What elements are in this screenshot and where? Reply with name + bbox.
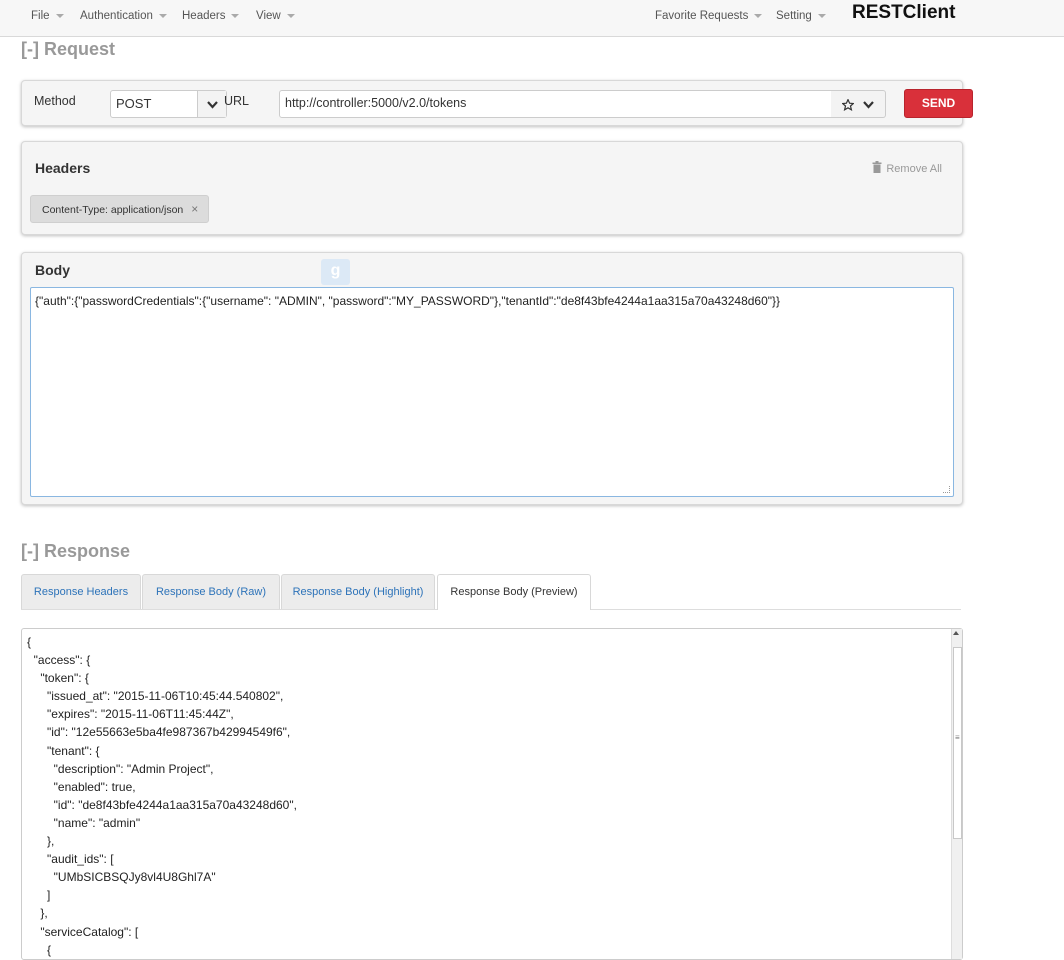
response-json: { "access": { "token": { "issued_at": "2… (27, 633, 297, 959)
menu-authentication-label: Authentication (80, 10, 153, 22)
remove-all-label: Remove All (886, 163, 942, 175)
collapse-toggle[interactable]: [-] (21, 541, 39, 561)
response-section-title[interactable]: [-] Response (21, 541, 130, 562)
grammar-badge-icon[interactable]: g (321, 259, 350, 285)
json-line: "enabled": true, (27, 779, 136, 794)
json-line: "audit_ids": [ (27, 852, 114, 867)
headers-panel: Headers Remove All Content-Type: applica… (21, 141, 963, 235)
menu-setting[interactable]: Setting (776, 10, 826, 22)
json-line: { (27, 635, 32, 649)
tab-response-headers[interactable]: Response Headers (21, 574, 141, 609)
json-line: "description": "Admin Project", (27, 761, 214, 776)
response-scrollbar[interactable]: ≡ (951, 629, 962, 959)
close-icon[interactable]: × (191, 202, 198, 216)
json-line: "tenant": { (27, 743, 100, 758)
scroll-up-arrow-icon[interactable] (953, 631, 959, 635)
url-input[interactable] (285, 96, 825, 110)
json-line: { (27, 942, 52, 957)
top-menu-bar: File Authentication Headers View Favorit… (0, 0, 1064, 37)
json-line: "UMbSICBSQJy8vl4U8Ghl7A" (27, 870, 216, 885)
menu-file-label: File (31, 10, 50, 22)
json-line: "id": "de8f43bfe4244a1aa315a70a43248d60"… (27, 797, 297, 812)
json-line: "issued_at": "2015-11-06T10:45:44.540802… (27, 689, 284, 704)
method-select[interactable]: POST (110, 90, 227, 118)
menu-view[interactable]: View (256, 10, 295, 22)
request-title-text: Request (44, 39, 116, 59)
body-textarea[interactable]: {"auth":{"passwordCredentials":{"usernam… (30, 287, 954, 497)
method-value: POST (116, 96, 152, 111)
body-title: Body (35, 262, 70, 278)
menu-setting-label: Setting (776, 10, 812, 22)
body-content: {"auth":{"passwordCredentials":{"usernam… (35, 294, 781, 308)
response-title-text: Response (44, 541, 131, 561)
headers-title: Headers (35, 160, 91, 176)
response-body-viewer[interactable]: { "access": { "token": { "issued_at": "2… (21, 628, 963, 960)
menu-authentication[interactable]: Authentication (80, 10, 167, 22)
json-line: "name": "admin" (27, 815, 141, 830)
tab-response-body-highlight[interactable]: Response Body (Highlight) (281, 574, 435, 609)
star-icon (840, 97, 855, 111)
tab-response-body-preview[interactable]: Response Body (Preview) (437, 574, 591, 610)
json-line: ] (27, 888, 51, 903)
resize-handle-icon[interactable] (943, 486, 950, 493)
json-line: }, (27, 906, 48, 921)
caret-down-icon (754, 13, 763, 18)
url-label: URL (224, 94, 250, 108)
grip-icon: ≡ (955, 733, 960, 742)
caret-down-icon (55, 13, 64, 18)
response-tabs: Response Headers Response Body (Raw) Res… (21, 574, 961, 610)
app-brand: RESTClient (852, 2, 956, 23)
menu-headers-label: Headers (182, 10, 226, 22)
menu-favorite-requests[interactable]: Favorite Requests (655, 10, 763, 22)
json-line: "access": { (27, 653, 91, 668)
json-line: "id": "12e55663e5ba4fe987367b42994549f6"… (27, 725, 291, 740)
header-tag[interactable]: Content-Type: application/json × (30, 195, 210, 223)
chevron-down-icon[interactable] (197, 91, 226, 117)
json-line: "serviceCatalog": [ (27, 924, 139, 939)
favorite-url-button[interactable] (831, 90, 886, 118)
json-line: }, (27, 834, 55, 849)
menu-view-label: View (256, 10, 281, 22)
caret-down-icon (286, 13, 295, 18)
menu-file[interactable]: File (31, 10, 64, 22)
remove-all-button[interactable]: Remove All (872, 161, 942, 175)
send-button[interactable]: SEND (904, 89, 973, 118)
body-panel: Body g {"auth":{"passwordCredentials":{"… (21, 252, 963, 505)
menu-favorite-requests-label: Favorite Requests (655, 10, 749, 22)
json-line: "expires": "2015-11-06T11:45:44Z", (27, 707, 234, 722)
collapse-toggle[interactable]: [-] (21, 39, 39, 59)
method-label: Method (34, 94, 76, 108)
tab-response-body-raw[interactable]: Response Body (Raw) (142, 574, 280, 609)
header-tag-label: Content-Type: application/json (42, 204, 184, 216)
caret-down-icon (158, 13, 167, 18)
caret-down-icon (817, 13, 826, 18)
trash-icon (872, 161, 882, 173)
caret-down-icon (231, 13, 240, 18)
chevron-down-icon (863, 100, 875, 109)
json-line: "token": { (27, 671, 89, 686)
scrollbar-thumb[interactable]: ≡ (953, 647, 962, 839)
menu-headers[interactable]: Headers (182, 10, 240, 22)
request-section-title[interactable]: [-] Request (21, 39, 115, 60)
request-panel: Method POST URL SEND (21, 80, 973, 126)
url-field[interactable] (279, 90, 833, 118)
